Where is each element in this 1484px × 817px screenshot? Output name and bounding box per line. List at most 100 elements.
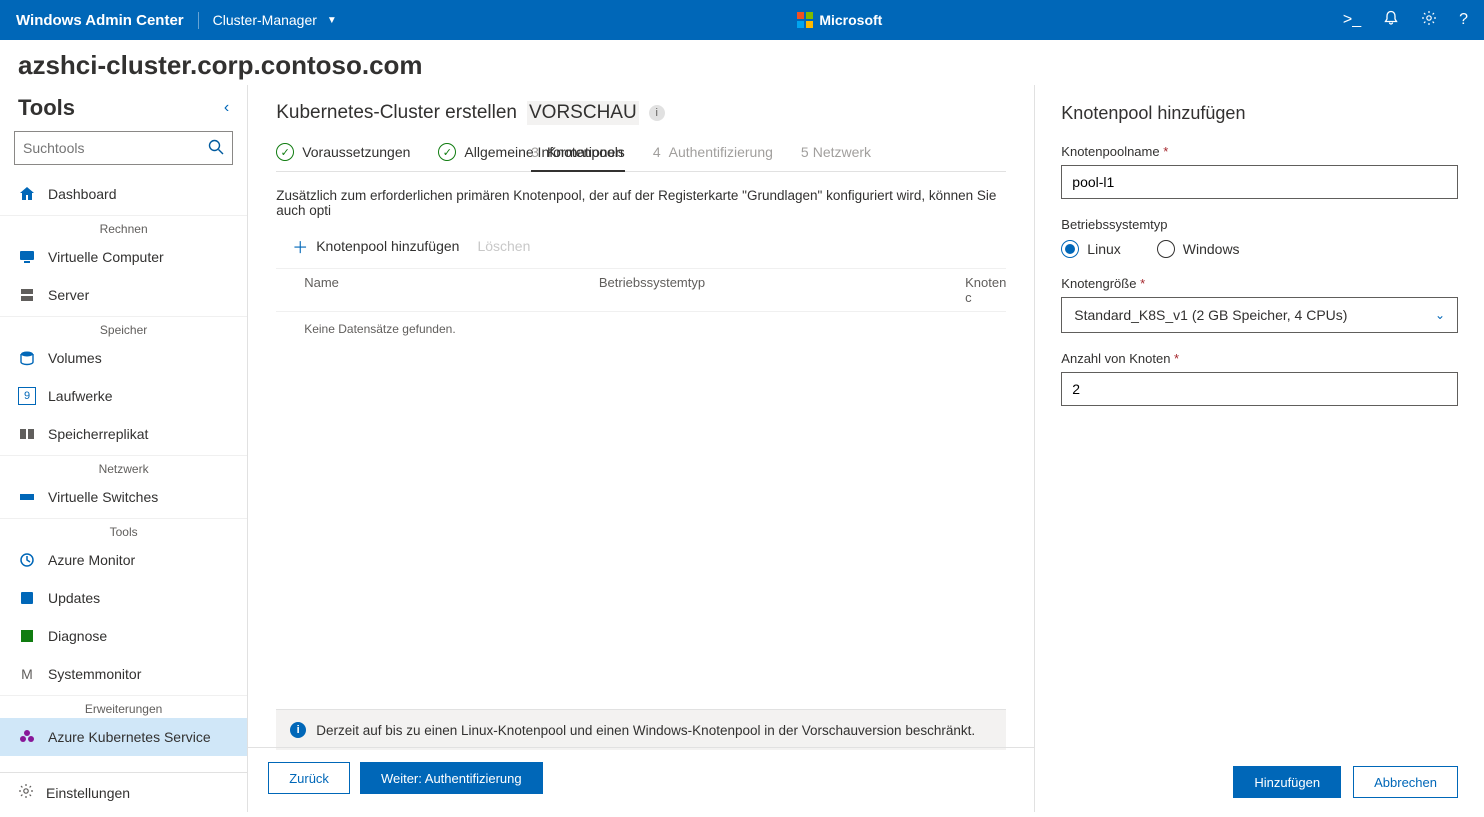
main-content: Kubernetes-Cluster erstellen VORSCHAU i … — [248, 85, 1034, 812]
radio-linux[interactable]: Linux — [1061, 240, 1120, 258]
notifications-icon[interactable] — [1383, 10, 1399, 31]
panel-cancel-button[interactable]: Abbrechen — [1353, 766, 1458, 798]
button-label: Löschen — [477, 238, 530, 254]
step-label: Voraussetzungen — [302, 144, 410, 160]
monitor-icon — [18, 248, 36, 266]
sidebar-item-label: Virtuelle Switches — [48, 489, 158, 505]
preview-badge: VORSCHAU — [527, 101, 639, 125]
sidebar-item-aks[interactable]: Azure Kubernetes Service — [0, 718, 247, 756]
info-icon: i — [290, 722, 306, 738]
panel-add-button[interactable]: Hinzufügen — [1233, 766, 1341, 798]
home-icon — [18, 185, 36, 203]
server-icon — [18, 286, 36, 304]
sidebar-item-vms[interactable]: Virtuelle Computer — [0, 238, 247, 276]
search-tools[interactable] — [14, 131, 233, 165]
group-compute: Rechnen — [0, 215, 247, 238]
cloud-shell-icon[interactable]: >_ — [1343, 11, 1361, 29]
field-size: Knotengröße * Standard_K8S_v1 (2 GB Spei… — [1061, 276, 1458, 333]
brand: Windows Admin Center — [16, 12, 199, 29]
button-label: Knotenpool hinzufügen — [316, 238, 459, 254]
col-name: Name — [304, 275, 339, 305]
info-icon[interactable]: i — [649, 105, 665, 121]
radio-windows[interactable]: Windows — [1157, 240, 1240, 258]
size-select[interactable]: Standard_K8S_v1 (2 GB Speicher, 4 CPUs) … — [1061, 297, 1458, 333]
next-button[interactable]: Weiter: Authentifizierung — [360, 762, 543, 794]
sidebar-item-vswitches[interactable]: Virtuelle Switches — [0, 478, 247, 516]
context-label: Cluster-Manager — [213, 12, 317, 28]
info-banner-text: Derzeit auf bis zu einen Linux-Knotenpoo… — [316, 723, 975, 738]
step-network[interactable]: 5 Netzwerk — [801, 144, 871, 170]
gear-icon — [18, 783, 34, 802]
diagnose-icon — [18, 627, 36, 645]
step-description: Zusätzlich zum erforderlichen primären K… — [276, 172, 1006, 230]
check-icon: ✓ — [438, 143, 456, 161]
nav: Dashboard Rechnen Virtuelle Computer Ser… — [0, 175, 247, 772]
settings-gear-icon[interactable] — [1421, 10, 1437, 31]
volumes-icon — [18, 349, 36, 367]
sidebar-item-label: Azure Monitor — [48, 552, 135, 568]
sidebar-item-label: Updates — [48, 590, 100, 606]
azure-monitor-icon — [18, 551, 36, 569]
sidebar-item-server[interactable]: Server — [0, 276, 247, 314]
group-tools: Tools — [0, 518, 247, 541]
sidebar-item-label: Einstellungen — [46, 785, 130, 801]
updates-icon — [18, 589, 36, 607]
count-input[interactable] — [1061, 372, 1458, 406]
table-empty: Keine Datensätze gefunden. — [276, 312, 1006, 336]
panel-footer: Hinzufügen Abbrechen — [1233, 766, 1458, 798]
replica-icon — [18, 425, 36, 443]
wizard-steps: ✓ Voraussetzungen ✓ Allgemeine Informati… — [276, 143, 1006, 172]
sidebar-item-diagnose[interactable]: Diagnose — [0, 617, 247, 655]
sidebar-item-drives[interactable]: 9 Laufwerke — [0, 377, 247, 415]
panel-title: Knotenpool hinzufügen — [1061, 103, 1458, 124]
sidebar-item-volumes[interactable]: Volumes — [0, 339, 247, 377]
group-network: Netzwerk — [0, 455, 247, 478]
pool-toolbar: ＋ Knotenpool hinzufügen Löschen — [276, 230, 1006, 268]
table-header: Name Betriebssystemtyp Knoten c — [276, 268, 1006, 312]
size-label: Knotengröße * — [1061, 276, 1458, 291]
step-prerequisites[interactable]: ✓ Voraussetzungen — [276, 143, 410, 171]
step-label: Knotenpools — [547, 144, 625, 160]
sidebar-item-label: Diagnose — [48, 628, 107, 644]
sidebar-item-dashboard[interactable]: Dashboard — [0, 175, 247, 213]
step-number: 4 — [653, 144, 661, 160]
sysmon-icon: M — [18, 665, 36, 683]
tools-heading: Tools — [18, 95, 75, 121]
os-label: Betriebssystemtyp — [1061, 217, 1458, 232]
sidebar-item-label: Systemmonitor — [48, 666, 141, 682]
step-nodepools[interactable]: 3 Knotenpools — [531, 144, 625, 172]
sidebar-item-label: Laufwerke — [48, 388, 113, 404]
sidebar-item-settings[interactable]: Einstellungen — [0, 772, 247, 812]
delete-nodepool-button[interactable]: Löschen — [477, 238, 530, 254]
sidebar-item-updates[interactable]: Updates — [0, 579, 247, 617]
drives-icon: 9 — [18, 387, 36, 405]
sidebar-item-azmon[interactable]: Azure Monitor — [0, 541, 247, 579]
sidebar-item-label: Azure Kubernetes Service — [48, 729, 211, 745]
top-center-label: Microsoft — [819, 12, 882, 28]
back-button[interactable]: Zurück — [268, 762, 350, 794]
step-auth[interactable]: 4 Authentifizierung — [653, 144, 773, 170]
add-nodepool-panel: Knotenpool hinzufügen Knotenpoolname * B… — [1034, 85, 1484, 812]
field-count: Anzahl von Knoten * — [1061, 351, 1458, 406]
sidebar: Tools ‹ Dashboard Rechnen Virtuelle Comp… — [0, 85, 248, 812]
count-label: Anzahl von Knoten * — [1061, 351, 1458, 366]
add-nodepool-button[interactable]: ＋ Knotenpool hinzufügen — [292, 234, 459, 258]
search-input[interactable] — [23, 140, 208, 156]
top-right-icons: >_ ? — [1343, 10, 1468, 31]
context-switcher[interactable]: Cluster-Manager ▼ — [213, 12, 337, 28]
radio-icon — [1061, 240, 1079, 258]
sidebar-item-label: Server — [48, 287, 89, 303]
chevron-down-icon: ▼ — [327, 15, 337, 26]
poolname-input[interactable] — [1061, 165, 1458, 199]
sidebar-item-label: Dashboard — [48, 186, 117, 202]
group-storage: Speicher — [0, 316, 247, 339]
microsoft-logo-icon — [797, 12, 813, 28]
aks-icon — [18, 728, 36, 746]
sidebar-item-replica[interactable]: Speicherreplikat — [0, 415, 247, 453]
help-icon[interactable]: ? — [1459, 11, 1468, 29]
search-icon — [208, 139, 224, 158]
collapse-sidebar-icon[interactable]: ‹ — [224, 99, 229, 117]
step-number: 3 — [531, 144, 539, 160]
size-value: Standard_K8S_v1 (2 GB Speicher, 4 CPUs) — [1074, 307, 1347, 323]
sidebar-item-sysmon[interactable]: M Systemmonitor — [0, 655, 247, 693]
